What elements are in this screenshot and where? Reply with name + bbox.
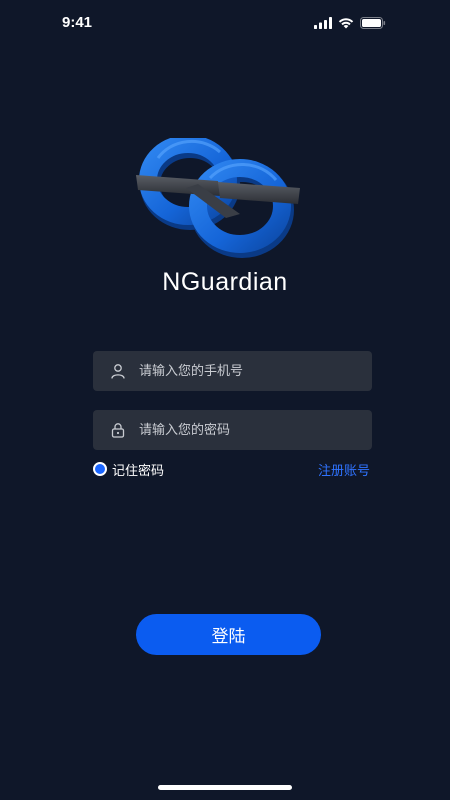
- app-logo: [128, 135, 308, 260]
- lock-icon: [111, 423, 125, 438]
- phone-input[interactable]: [139, 351, 364, 391]
- login-button[interactable]: 登陆: [136, 614, 321, 655]
- signal-icon: [314, 17, 332, 29]
- password-field[interactable]: [93, 410, 372, 450]
- remember-radio[interactable]: [93, 462, 107, 476]
- app-name: NGuardian: [162, 268, 288, 296]
- remember-password-toggle[interactable]: 记住密码: [93, 460, 165, 479]
- remember-label: 记住密码: [112, 463, 165, 479]
- status-time: 9:41: [62, 14, 93, 31]
- register-link[interactable]: 注册账号: [318, 460, 370, 479]
- password-input[interactable]: [139, 410, 364, 450]
- user-icon: [111, 364, 125, 379]
- status-bar: 9:41: [0, 0, 450, 48]
- status-icons: [314, 17, 386, 29]
- home-indicator[interactable]: [158, 785, 292, 790]
- nguardian-logo-graphic: [136, 135, 300, 258]
- battery-icon: [360, 17, 386, 29]
- wifi-icon: [338, 18, 354, 29]
- phone-field[interactable]: [93, 351, 372, 391]
